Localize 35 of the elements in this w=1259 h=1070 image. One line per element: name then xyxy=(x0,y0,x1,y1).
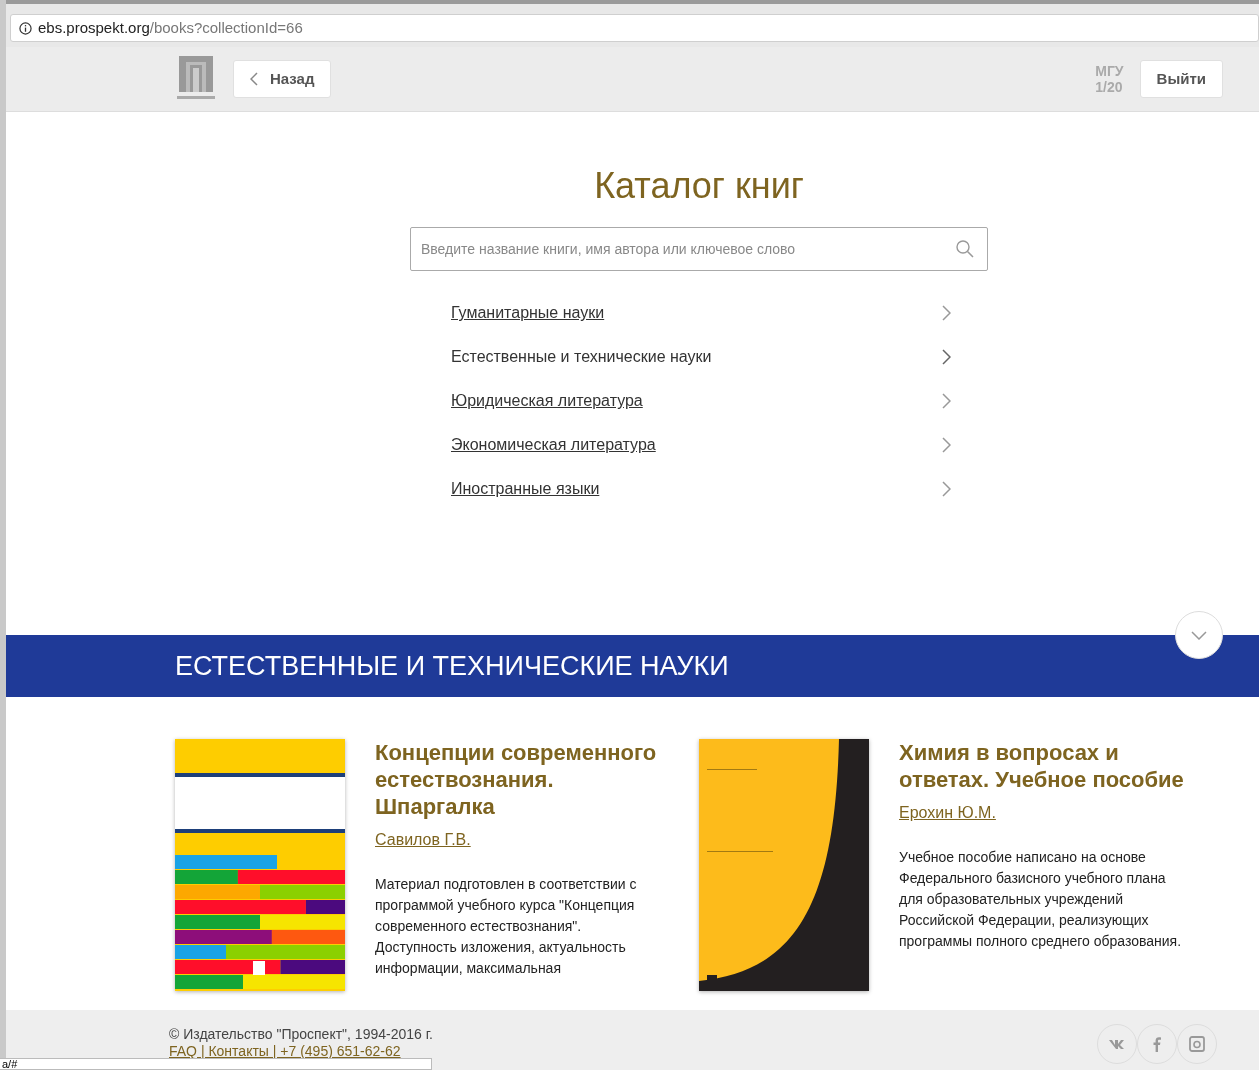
copyright-text: © Издательство "Проспект", 1994-2016 г. xyxy=(169,1026,433,1043)
chevron-down-icon xyxy=(1191,630,1207,640)
publisher-logo[interactable] xyxy=(175,56,217,102)
book-title[interactable]: Концепции современного естествознания. Шпаргалка xyxy=(375,739,665,821)
chevron-right-icon xyxy=(942,481,951,498)
chevron-right-icon xyxy=(942,349,951,366)
category-link[interactable]: Юридическая литература xyxy=(451,379,951,424)
category-link[interactable]: Экономическая литература xyxy=(451,423,951,468)
page-title: Каталог книг xyxy=(593,164,805,208)
url-text: ebs.prospekt.org/books?collectionId=66 xyxy=(38,17,303,38)
book-title[interactable]: Химия в вопросах и ответах. Учебное пособие xyxy=(899,739,1189,794)
book-cover-image[interactable] xyxy=(699,739,869,992)
category-link[interactable]: Естественные и технические науки xyxy=(451,335,951,380)
section-title: ЕСТЕСТВЕННЫЕ И ТЕХНИЧЕСКИЕ НАУКИ xyxy=(175,650,729,684)
chevron-right-icon xyxy=(942,305,951,322)
status-url-text: a/# xyxy=(0,1058,432,1070)
info-icon xyxy=(19,21,32,35)
search-icon xyxy=(956,240,974,259)
chevron-right-icon xyxy=(942,437,951,454)
back-button[interactable]: Назад xyxy=(233,60,332,98)
scroll-down-button[interactable] xyxy=(1175,611,1223,660)
chevron-right-icon xyxy=(942,393,951,410)
session-counter: 1/20 xyxy=(1095,79,1124,95)
author-link[interactable]: Савилов Г.В. xyxy=(375,828,471,853)
book-description: Материал подготовлен в соответствии с программой учебного курса "Концепция современного естествознания". Доступность изложения, актуальность информации, максимальная xyxy=(375,875,638,979)
book-description: Учебное пособие написано на основе Федерального базисного учебного плана для образовательных учреждений Российской Федерации, реализующих программы полного среднего образования. xyxy=(899,848,1183,952)
book-cover-image[interactable] xyxy=(175,739,345,992)
logout-button[interactable]: Выйти xyxy=(1139,60,1223,98)
author-link[interactable]: Ерохин Ю.М. xyxy=(899,801,996,826)
organization-label: МГУ xyxy=(1095,63,1124,79)
category-link[interactable]: Гуманитарные науки xyxy=(451,291,951,336)
address-bar[interactable]: ebs.prospekt.org/books?collectionId=66 xyxy=(10,14,1259,42)
category-link[interactable]: Иностранные языки xyxy=(451,467,951,512)
search-field[interactable]: Введите название книги, имя автора или ключевое слово xyxy=(410,227,988,272)
chevron-left-icon xyxy=(250,72,258,86)
